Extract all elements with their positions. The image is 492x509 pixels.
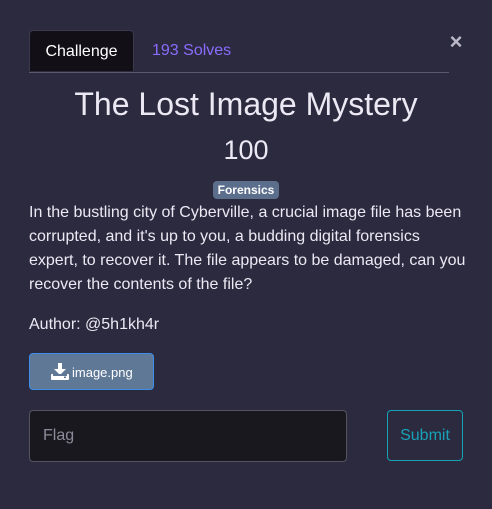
challenge-author: Author: @5h1kh4r bbox=[29, 316, 160, 333]
challenge-title: The Lost Image Mystery bbox=[74, 86, 418, 122]
download-file-button[interactable]: image.png bbox=[29, 353, 154, 390]
challenge-description: In the bustling city of Cyberville, a cr… bbox=[29, 204, 466, 293]
close-button[interactable]: × bbox=[446, 30, 466, 54]
tab-solves[interactable]: 193 Solves bbox=[152, 30, 231, 71]
close-icon: × bbox=[449, 29, 463, 54]
file-name-label: image.png bbox=[72, 365, 133, 380]
tab-bar: Challenge 193 Solves bbox=[29, 30, 449, 73]
tab-challenge[interactable]: Challenge bbox=[29, 30, 134, 71]
challenge-modal: × Challenge 193 Solves The Lost Image My… bbox=[0, 0, 492, 509]
download-icon bbox=[51, 363, 69, 380]
category-badge: Forensics bbox=[213, 181, 279, 199]
challenge-points: 100 bbox=[223, 135, 269, 165]
submit-button[interactable]: Submit bbox=[387, 410, 463, 461]
flag-input[interactable] bbox=[29, 410, 347, 462]
